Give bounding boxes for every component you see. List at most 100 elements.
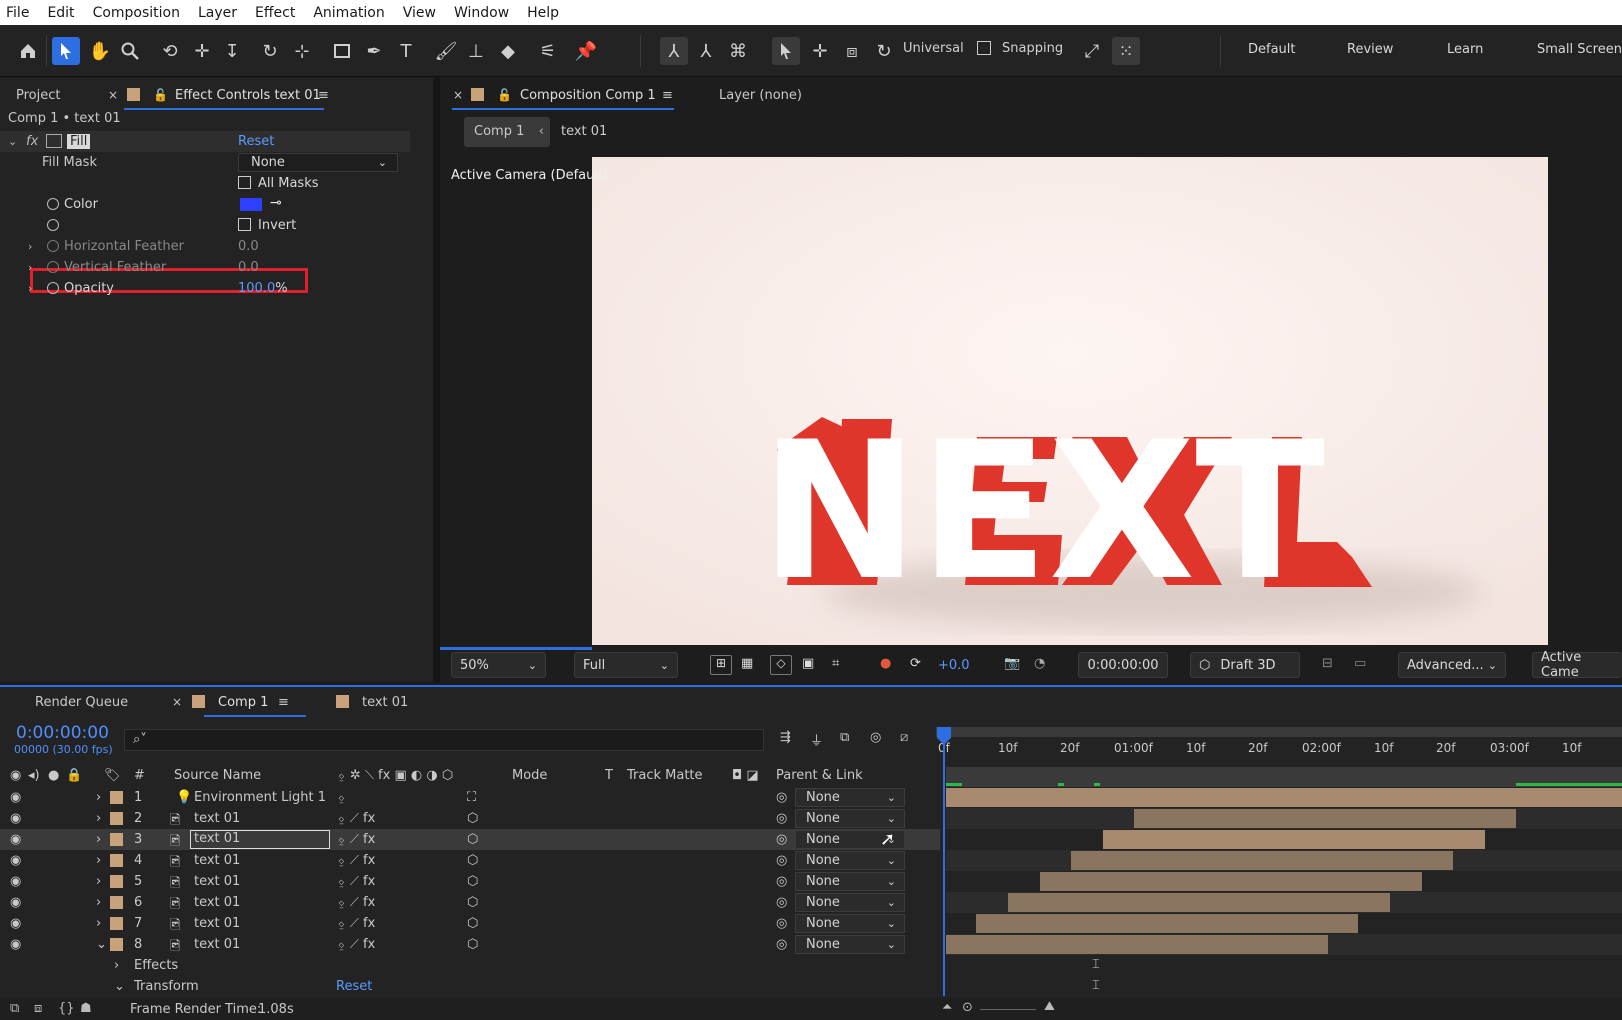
selection-tool-icon[interactable] (52, 37, 80, 65)
horizontal-feather-value[interactable]: 0.0 (238, 239, 259, 254)
layer-row[interactable]: ◉ › 7 🖻 text 01 ⍚ ⟋ fx ⬡ ◎ None ⌄ (0, 913, 940, 934)
layer-row[interactable]: ◉ › 5 🖻 text 01 ⍚ ⟋ fx ⬡ ◎ None ⌄ (0, 871, 940, 892)
rotate-tool-icon[interactable]: ↻ (256, 37, 284, 65)
parent-dropdown[interactable]: None ⌄ (795, 935, 905, 954)
layer-label-color[interactable] (110, 917, 123, 930)
snapping-label[interactable]: Snapping (1002, 41, 1063, 56)
shy-icon[interactable]: ⍚ (338, 790, 346, 805)
panel-divider[interactable] (433, 78, 440, 682)
chevron-right-icon[interactable]: › (28, 282, 32, 295)
3d-layer-icon[interactable]: ⬡ (467, 811, 478, 826)
puppet-tool-icon[interactable]: 📌 (572, 37, 600, 65)
pick-whip-icon[interactable]: ◎ (776, 895, 787, 910)
color-swatch[interactable] (240, 198, 262, 211)
brush-tool-icon[interactable]: 🖌 (432, 37, 460, 65)
parent-dropdown[interactable]: None ⌄ (795, 914, 905, 933)
frame-blending-icon[interactable]: ⧉ (840, 730, 849, 745)
layer-bar[interactable] (1040, 872, 1422, 891)
chevron-right-icon[interactable]: › (28, 240, 32, 253)
pick-whip-icon[interactable]: ◎ (776, 811, 787, 826)
menu-window[interactable]: Window (445, 5, 518, 21)
3d-layer-icon[interactable]: ⬡ (467, 874, 478, 889)
layer-crumb[interactable]: text 01 (561, 124, 607, 139)
layer-switches-icons[interactable]: ⍚ ⟋ fx (338, 874, 375, 889)
transform-reset-button[interactable]: Reset (336, 979, 372, 994)
graph-editor-icon[interactable]: ⧄ (900, 730, 908, 745)
solo-column-icon[interactable]: ● (48, 768, 59, 783)
zoom-tool-icon[interactable] (116, 37, 144, 65)
pan-camera-icon[interactable]: ✛ (188, 37, 216, 65)
layer-bar[interactable] (1134, 809, 1516, 828)
chevron-right-icon[interactable]: › (96, 832, 101, 847)
universal-scale-icon[interactable]: ⧈ (838, 37, 866, 65)
parent-dropdown[interactable]: None ⌄ (795, 788, 905, 807)
menu-help[interactable]: Help (518, 5, 568, 21)
keyframe-marker-icon[interactable]: ⌶ (1092, 978, 1100, 993)
timecode-display[interactable]: 0:00:00:00 (1078, 652, 1168, 678)
layer-row[interactable]: ◉ › 6 🖻 text 01 ⍚ ⟋ fx ⬡ ◎ None ⌄ (0, 892, 940, 913)
hand-tool-icon[interactable]: ✋ (86, 37, 114, 65)
eye-icon[interactable]: ◉ (10, 853, 24, 868)
workspace-small-screen[interactable]: Small Screen (1537, 42, 1622, 57)
eye-icon[interactable]: ◉ (10, 895, 24, 910)
renderer-button[interactable]: ⬡ Draft 3D (1190, 652, 1300, 678)
universal-select-icon[interactable] (772, 37, 800, 65)
menu-animation[interactable]: Animation (304, 5, 393, 21)
vertical-feather-value[interactable]: 0.0 (238, 260, 259, 275)
universal-label[interactable]: Universal (903, 41, 964, 56)
view-axis-icon[interactable]: ⌘ (724, 37, 752, 65)
chevron-right-icon[interactable]: › (96, 790, 101, 805)
motion-blur-icon[interactable]: ◎ (870, 730, 881, 745)
menu-file[interactable]: File (0, 5, 38, 21)
universal-rotate-icon[interactable]: ↻ (870, 37, 898, 65)
opacity-value[interactable]: 100.0 (238, 281, 275, 296)
3d-view-layout-icon[interactable]: ⊟ (1322, 656, 1333, 671)
work-area-bar[interactable] (936, 727, 1622, 737)
keyframe-marker-icon[interactable]: ⌶ (1092, 957, 1100, 972)
effects-group-row[interactable]: › Effects (0, 955, 940, 976)
layer-row[interactable]: ◉ › 1 💡 Environment Light 1 ⍚ ⛶ ◎ None ⌄ (0, 787, 940, 808)
close-icon[interactable]: × (172, 695, 182, 709)
pick-whip-icon[interactable]: ◎ (776, 874, 787, 889)
layer-switches-icons[interactable]: ⍚ ⟋ fx (338, 853, 375, 868)
timeline-search-input[interactable]: ⌕˅ (124, 729, 764, 751)
stopwatch-icon[interactable] (47, 240, 59, 252)
tab-effect-controls[interactable]: Effect Controls text 01 (175, 88, 321, 103)
roto-brush-tool-icon[interactable]: ⚟ (534, 37, 562, 65)
eye-column-icon[interactable]: ◉ (10, 768, 21, 783)
lock-column-icon[interactable]: 🔒 (66, 768, 82, 783)
chevron-right-icon[interactable]: › (96, 895, 101, 910)
active-camera-dropdown[interactable]: Active Came (1532, 650, 1622, 680)
eyedropper-icon[interactable]: ⊸ (270, 195, 282, 211)
pick-whip-icon[interactable]: ◎ (776, 790, 787, 805)
layer-bar[interactable] (976, 914, 1358, 933)
type-tool-icon[interactable]: T (392, 37, 420, 65)
layer-row[interactable]: ◉ ⌄ 8 🖻 text 01 ⍚ ⟋ fx ⬡ ◎ None ⌄ (0, 934, 940, 955)
timeline-timecode[interactable]: 0:00:00:00 (16, 723, 109, 743)
chevron-down-icon[interactable]: ⌄ (8, 135, 17, 148)
invert-checkbox[interactable] (238, 218, 251, 231)
chevron-down-icon[interactable]: ⌄ (96, 937, 107, 952)
layer-bar[interactable] (946, 788, 1622, 807)
layer-row-selected[interactable]: ◉ › 3 🖻 text 01 ⍚ ⟋ fx ⬡ ◎ None ⌄ (0, 829, 940, 850)
menu-layer[interactable]: Layer (189, 5, 246, 21)
layer-name[interactable]: Environment Light 1 (194, 790, 326, 805)
chevron-right-icon[interactable]: › (96, 874, 101, 889)
extended-viewer-icon[interactable]: ▭ (1354, 656, 1366, 671)
effect-name[interactable]: Fill (67, 134, 91, 149)
close-icon[interactable]: × (108, 88, 118, 102)
chevron-right-icon[interactable]: › (28, 261, 32, 274)
stopwatch-icon[interactable] (47, 219, 59, 231)
rectangle-tool-icon[interactable] (328, 37, 356, 65)
stopwatch-icon[interactable] (47, 282, 59, 294)
orbit-camera-icon[interactable]: ⟲ (156, 37, 184, 65)
eye-icon[interactable]: ◉ (10, 874, 24, 889)
transparency-grid-icon[interactable]: ▦ (741, 656, 753, 671)
tab-render-queue[interactable]: Render Queue (35, 695, 128, 710)
parent-dropdown[interactable]: None ⌄ (795, 872, 905, 891)
anchor-point-tool-icon[interactable]: ⊹ (288, 37, 316, 65)
fast-previews-icon[interactable]: ⊞ (710, 655, 732, 675)
workspace-review[interactable]: Review (1347, 42, 1393, 57)
layer-name[interactable]: text 01 (190, 830, 330, 849)
layer-name[interactable]: text 01 (194, 937, 240, 952)
